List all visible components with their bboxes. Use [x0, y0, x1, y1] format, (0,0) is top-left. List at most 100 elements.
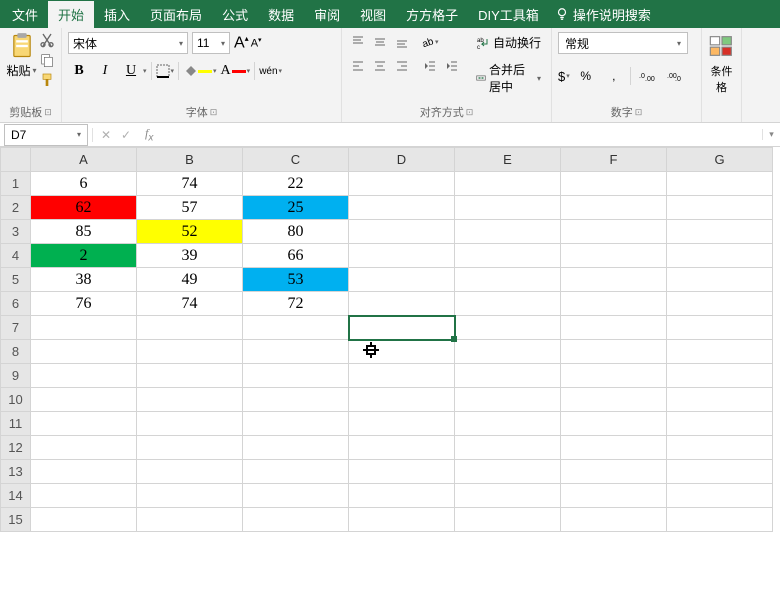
col-header-F[interactable]: F — [561, 148, 667, 172]
cell-F11[interactable] — [561, 412, 667, 436]
cell-C5[interactable]: 53 — [243, 268, 349, 292]
orientation-button[interactable]: ab▾ — [420, 35, 439, 49]
cell-C12[interactable] — [243, 436, 349, 460]
cell-E7[interactable] — [455, 316, 561, 340]
format-painter-icon[interactable] — [39, 72, 55, 88]
cell-E1[interactable] — [455, 172, 561, 196]
name-box[interactable]: D7▾ — [4, 124, 88, 146]
cell-E6[interactable] — [455, 292, 561, 316]
cell-B1[interactable]: 74 — [137, 172, 243, 196]
cell-C3[interactable]: 80 — [243, 220, 349, 244]
formula-bar[interactable] — [159, 124, 762, 146]
cell-A4[interactable]: 2 — [31, 244, 137, 268]
menu-view[interactable]: 视图 — [350, 1, 396, 28]
cell-G3[interactable] — [667, 220, 773, 244]
cell-D8[interactable] — [349, 340, 455, 364]
cell-G6[interactable] — [667, 292, 773, 316]
spreadsheet-grid[interactable]: ABCDEFG167422262572538552804239665384953… — [0, 147, 780, 532]
cell-E3[interactable] — [455, 220, 561, 244]
cell-A8[interactable] — [31, 340, 137, 364]
menu-fangfang[interactable]: 方方格子 — [396, 1, 468, 28]
shrink-font-button[interactable]: A▾ — [251, 36, 262, 50]
align-top-button[interactable] — [348, 32, 368, 52]
expand-formula-bar-button[interactable]: ▾ — [762, 129, 780, 140]
cell-C9[interactable] — [243, 364, 349, 388]
cell-E14[interactable] — [455, 484, 561, 508]
cell-E15[interactable] — [455, 508, 561, 532]
cell-D5[interactable] — [349, 268, 455, 292]
cell-B12[interactable] — [137, 436, 243, 460]
cell-F4[interactable] — [561, 244, 667, 268]
cell-G10[interactable] — [667, 388, 773, 412]
cell-B5[interactable]: 49 — [137, 268, 243, 292]
cell-D10[interactable] — [349, 388, 455, 412]
cell-E10[interactable] — [455, 388, 561, 412]
cell-B2[interactable]: 57 — [137, 196, 243, 220]
cell-D12[interactable] — [349, 436, 455, 460]
cell-G13[interactable] — [667, 460, 773, 484]
bold-button[interactable]: B — [68, 60, 90, 82]
row-header-10[interactable]: 10 — [1, 388, 31, 412]
cell-B14[interactable] — [137, 484, 243, 508]
cell-B9[interactable] — [137, 364, 243, 388]
cell-D15[interactable] — [349, 508, 455, 532]
cell-D1[interactable] — [349, 172, 455, 196]
cell-B7[interactable] — [137, 316, 243, 340]
cell-D7[interactable] — [349, 316, 455, 340]
cell-A5[interactable]: 38 — [31, 268, 137, 292]
cell-A15[interactable] — [31, 508, 137, 532]
cell-B15[interactable] — [137, 508, 243, 532]
menu-review[interactable]: 审阅 — [304, 1, 350, 28]
cell-G14[interactable] — [667, 484, 773, 508]
percent-button[interactable]: % — [574, 66, 598, 86]
col-header-C[interactable]: C — [243, 148, 349, 172]
tell-me[interactable]: 操作说明搜索 — [555, 5, 651, 24]
cell-E2[interactable] — [455, 196, 561, 220]
row-header-11[interactable]: 11 — [1, 412, 31, 436]
merge-center-button[interactable]: 合并后居中▾ — [472, 59, 545, 97]
cell-A13[interactable] — [31, 460, 137, 484]
cell-A9[interactable] — [31, 364, 137, 388]
row-header-15[interactable]: 15 — [1, 508, 31, 532]
cell-B8[interactable] — [137, 340, 243, 364]
cell-B10[interactable] — [137, 388, 243, 412]
menu-data[interactable]: 数据 — [258, 1, 304, 28]
col-header-G[interactable]: G — [667, 148, 773, 172]
cell-E4[interactable] — [455, 244, 561, 268]
cell-B6[interactable]: 74 — [137, 292, 243, 316]
cell-A2[interactable]: 62 — [31, 196, 137, 220]
cell-F1[interactable] — [561, 172, 667, 196]
enter-formula-button[interactable]: ✓ — [117, 128, 135, 142]
cell-B4[interactable]: 39 — [137, 244, 243, 268]
row-header-3[interactable]: 3 — [1, 220, 31, 244]
menu-layout[interactable]: 页面布局 — [140, 1, 212, 28]
row-header-1[interactable]: 1 — [1, 172, 31, 196]
row-header-12[interactable]: 12 — [1, 436, 31, 460]
select-all-corner[interactable] — [1, 148, 31, 172]
cell-F3[interactable] — [561, 220, 667, 244]
underline-button[interactable]: U▾ — [120, 60, 147, 82]
cell-F15[interactable] — [561, 508, 667, 532]
menu-diy[interactable]: DIY工具箱 — [468, 1, 549, 28]
cell-A1[interactable]: 6 — [31, 172, 137, 196]
cell-C13[interactable] — [243, 460, 349, 484]
menu-formula[interactable]: 公式 — [212, 1, 258, 28]
cell-D9[interactable] — [349, 364, 455, 388]
font-color-button[interactable]: A▾ — [221, 63, 251, 79]
row-header-7[interactable]: 7 — [1, 316, 31, 340]
cell-A3[interactable]: 85 — [31, 220, 137, 244]
cell-D6[interactable] — [349, 292, 455, 316]
row-header-14[interactable]: 14 — [1, 484, 31, 508]
cell-G12[interactable] — [667, 436, 773, 460]
cell-D4[interactable] — [349, 244, 455, 268]
cell-G9[interactable] — [667, 364, 773, 388]
cell-E11[interactable] — [455, 412, 561, 436]
row-header-2[interactable]: 2 — [1, 196, 31, 220]
cell-D3[interactable] — [349, 220, 455, 244]
row-header-5[interactable]: 5 — [1, 268, 31, 292]
cell-C2[interactable]: 25 — [243, 196, 349, 220]
cell-D13[interactable] — [349, 460, 455, 484]
cell-C1[interactable]: 22 — [243, 172, 349, 196]
font-size-select[interactable]: 11▾ — [192, 32, 230, 54]
cell-C4[interactable]: 66 — [243, 244, 349, 268]
